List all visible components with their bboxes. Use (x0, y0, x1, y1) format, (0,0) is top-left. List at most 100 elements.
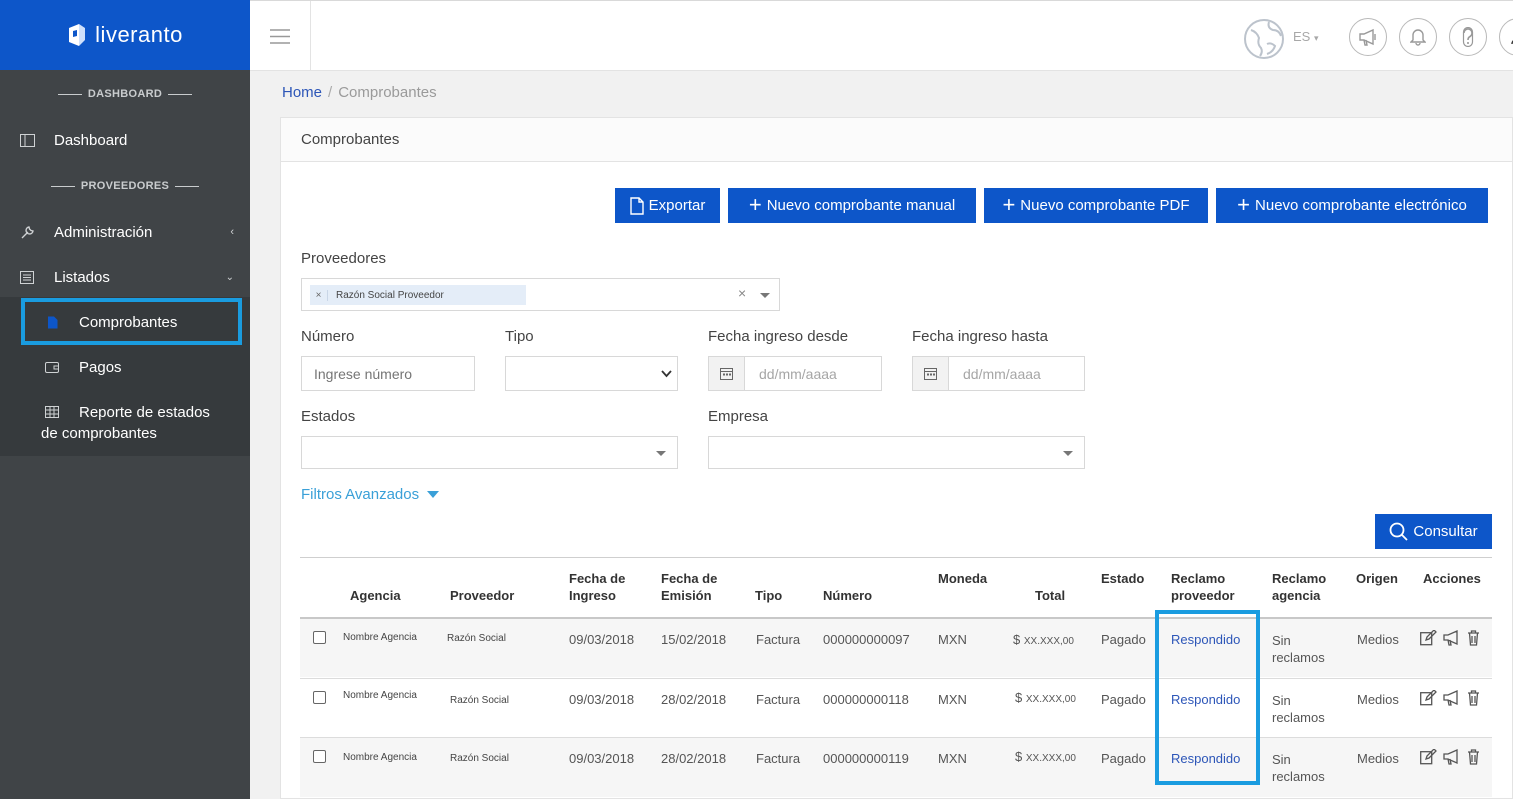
trash-icon[interactable] (1467, 690, 1480, 706)
empresa-label: Empresa (708, 408, 769, 425)
cell-numero: 000000000097 (823, 632, 910, 647)
th-fecha-emision[interactable]: Fecha de Emisión (661, 570, 717, 604)
user-button[interactable] (1499, 18, 1513, 56)
edit-icon[interactable] (1420, 690, 1437, 706)
proveedores-label: Proveedores (301, 250, 387, 267)
breadcrumb-home-link[interactable]: Home (282, 84, 322, 101)
plus-icon: + (1002, 191, 1016, 217)
notifications-button[interactable] (1399, 18, 1437, 56)
globe-icon (1244, 19, 1284, 59)
calendar-icon[interactable] (913, 357, 949, 390)
column-highlight (1155, 610, 1260, 785)
th-line: Ingreso (569, 588, 616, 603)
calendar-icon[interactable] (709, 357, 745, 390)
empresa-select[interactable] (708, 436, 1085, 469)
row-checkbox[interactable] (313, 631, 326, 644)
cell-total: $ XX.XXX,00 (1015, 690, 1076, 705)
sidebar-item-administracion[interactable]: Administración ‹ (0, 222, 250, 242)
desde-date-field[interactable]: dd/mm/aaaa (708, 356, 882, 391)
cell-line: Sin (1272, 752, 1291, 767)
cell-origen: Medios (1357, 751, 1399, 766)
caret-down-icon (656, 451, 666, 456)
cell-estado: Pagado (1101, 692, 1146, 707)
th-origen[interactable]: Origen (1356, 570, 1398, 587)
sidebar-subitem-reporte[interactable]: Reporte de estados (0, 402, 250, 422)
cell-fecha-ingreso: 09/03/2018 (569, 692, 635, 707)
brand-logo[interactable]: liveranto (0, 0, 250, 70)
cell-reclamo-agencia: Sin reclamos (1272, 692, 1325, 726)
cell-fecha-emision: 28/02/2018 (661, 751, 727, 766)
currency-symbol: $ (1015, 749, 1023, 764)
search-icon (1389, 522, 1409, 541)
advanced-filters-toggle[interactable]: Filtros Avanzados (301, 486, 440, 503)
desde-label: Fecha ingreso desde (708, 328, 849, 345)
globe-button[interactable] (1243, 18, 1285, 65)
th-tipo[interactable]: Tipo (755, 587, 782, 604)
columns-icon (17, 133, 37, 147)
liveranto-logo-icon (69, 24, 86, 46)
megaphone-icon[interactable] (1443, 630, 1461, 646)
remove-tag-icon[interactable]: × (310, 289, 328, 301)
advanced-filters-label: Filtros Avanzados (301, 486, 420, 503)
menu-toggle-button[interactable] (250, 1, 311, 71)
megaphone-icon (1359, 28, 1376, 46)
th-line: Fecha de (661, 571, 718, 586)
new-manual-button[interactable]: + Nuevo comprobante manual (728, 188, 976, 223)
selected-proveedor-tag[interactable]: × Razón Social Proveedor (310, 285, 526, 305)
estados-label: Estados (301, 408, 356, 425)
cell-moneda: MXN (938, 751, 967, 766)
row-checkbox[interactable] (313, 750, 326, 763)
wrench-icon (17, 225, 37, 240)
new-pdf-label: Nuevo comprobante PDF (1020, 197, 1190, 214)
sidebar-item-dashboard[interactable]: Dashboard (0, 130, 250, 150)
th-moneda[interactable]: Moneda (938, 570, 987, 587)
sidebar-subitem-pagos[interactable]: Pagos (0, 357, 250, 377)
hasta-date-field[interactable]: dd/mm/aaaa (912, 356, 1085, 391)
table-top-border (300, 557, 1492, 558)
tipo-select[interactable] (505, 356, 678, 391)
th-line: Fecha de (569, 571, 626, 586)
row-checkbox[interactable] (313, 691, 326, 704)
megaphone-icon[interactable] (1443, 749, 1461, 765)
sidebar-item-listados[interactable]: Listados ⌄ (0, 267, 250, 287)
th-reclamo-agencia[interactable]: Reclamo agencia (1272, 570, 1326, 604)
sidebar-subitem-reporte-line2[interactable]: de comprobantes (0, 423, 250, 443)
sidebar-subitem-label: Reporte de estados (79, 403, 210, 421)
trash-icon[interactable] (1467, 749, 1480, 765)
th-proveedor[interactable]: Proveedor (450, 587, 514, 604)
consultar-button[interactable]: Consultar (1375, 514, 1492, 549)
caret-down-icon: ▾ (1313, 33, 1319, 43)
help-button[interactable] (1449, 18, 1487, 56)
th-fecha-ingreso[interactable]: Fecha de Ingreso (569, 570, 625, 604)
proveedores-select[interactable]: × Razón Social Proveedor × (301, 278, 780, 311)
edit-icon[interactable] (1420, 749, 1437, 765)
cell-numero: 000000000119 (823, 751, 909, 766)
export-button[interactable]: Exportar (615, 188, 720, 223)
sidebar-subitem-label: de comprobantes (41, 424, 157, 442)
date-placeholder: dd/mm/aaaa (759, 365, 837, 382)
new-pdf-button[interactable]: + Nuevo comprobante PDF (984, 188, 1208, 223)
edit-icon[interactable] (1420, 630, 1437, 646)
list-icon (17, 270, 37, 284)
th-agencia[interactable]: Agencia (350, 587, 401, 604)
numero-input[interactable] (301, 356, 475, 391)
export-label: Exportar (648, 197, 706, 214)
trash-icon[interactable] (1467, 630, 1480, 646)
cell-proveedor: Razón Social (447, 633, 506, 644)
language-selector[interactable]: ES ▾ (1293, 29, 1319, 44)
th-numero[interactable]: Número (823, 587, 872, 604)
wallet-icon (42, 361, 62, 373)
th-estado[interactable]: Estado (1101, 570, 1144, 587)
cell-reclamo-agencia: Sin reclamos (1272, 751, 1325, 785)
new-electronic-button[interactable]: + Nuevo comprobante electrónico (1216, 188, 1488, 223)
cell-proveedor: Razón Social (450, 695, 509, 706)
th-reclamo-proveedor[interactable]: Reclamo proveedor (1171, 570, 1235, 604)
cell-fecha-ingreso: 09/03/2018 (569, 751, 635, 766)
sidebar-item-label: Dashboard (54, 131, 128, 149)
estados-select[interactable] (301, 436, 678, 469)
th-total[interactable]: Total (1035, 587, 1065, 604)
selection-highlight (21, 298, 242, 345)
clear-icon[interactable]: × (738, 285, 746, 301)
megaphone-icon[interactable] (1443, 690, 1461, 706)
announcements-button[interactable] (1349, 18, 1387, 56)
